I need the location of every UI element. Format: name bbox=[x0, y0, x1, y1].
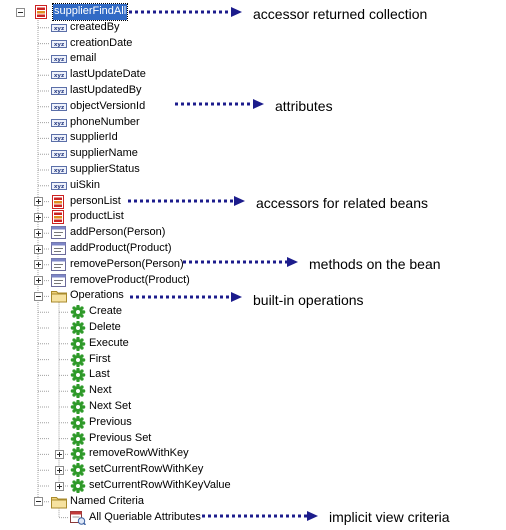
annotation-arrow bbox=[129, 7, 242, 17]
annotation-arrow bbox=[130, 292, 242, 302]
annotation-arrow bbox=[183, 257, 298, 267]
annotation-arrow bbox=[202, 511, 318, 521]
annotation-arrow bbox=[128, 196, 245, 206]
annotation-arrows bbox=[128, 7, 318, 521]
annotation-arrow bbox=[175, 99, 264, 109]
